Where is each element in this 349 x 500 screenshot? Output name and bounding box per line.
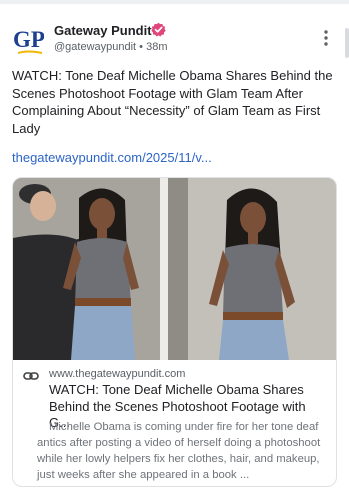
avatar-logo-text: GP: [13, 27, 44, 52]
more-options-icon[interactable]: [321, 28, 331, 48]
card-domain: www.thegatewaypundit.com: [49, 368, 186, 380]
meta-separator: •: [139, 41, 144, 53]
post-text: WATCH: Tone Deaf Michelle Obama Shares B…: [12, 68, 333, 136]
card-description: Michelle Obama is coming under fire for …: [37, 421, 321, 481]
scrollbar-thumb[interactable]: [345, 28, 349, 58]
author-avatar[interactable]: GP: [12, 22, 45, 58]
link-icon: [23, 369, 39, 381]
link-preview-card[interactable]: www.thegatewaypundit.com WATCH: Tone Dea…: [12, 177, 337, 487]
verified-badge-icon: [151, 22, 166, 37]
post-timestamp[interactable]: 38m: [146, 41, 167, 53]
post-link[interactable]: thegatewaypundit.com/2025/11/v...: [12, 150, 212, 165]
top-divider: [0, 0, 349, 4]
author-handle[interactable]: @gatewaypundit: [54, 41, 136, 53]
card-image[interactable]: [13, 178, 336, 360]
author-name[interactable]: Gateway Pundit: [54, 23, 152, 38]
post-header: GP Gateway Pundit @gatewaypundit • 38m: [12, 20, 337, 60]
author-meta: @gatewaypundit • 38m: [54, 41, 168, 53]
